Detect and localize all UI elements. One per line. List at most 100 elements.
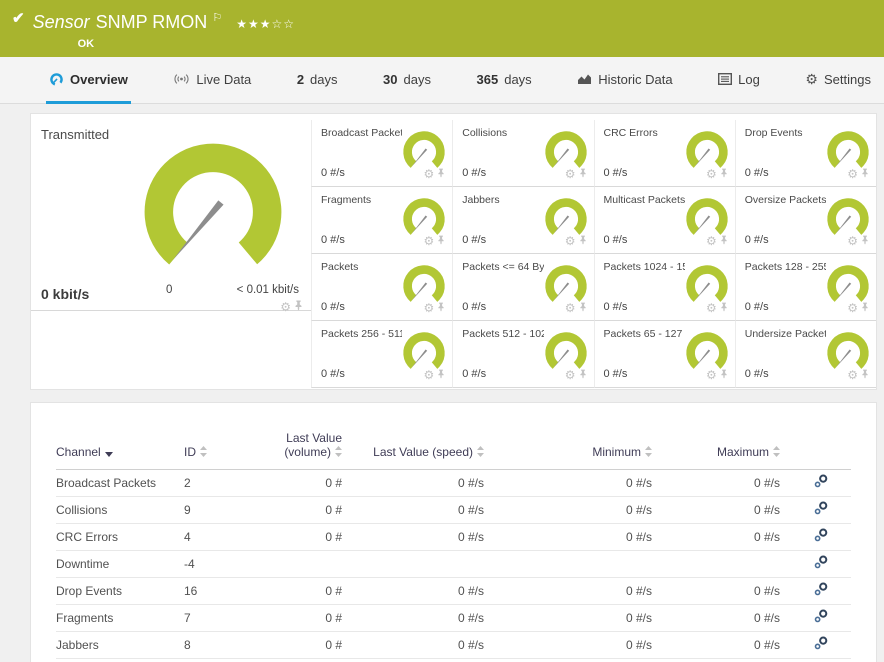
gauge-settings-gear-icon[interactable]: ⚙ [423, 168, 434, 180]
last-value-volume: 0 # [325, 583, 342, 598]
gauge-settings-gear-icon[interactable]: ⚙ [706, 369, 717, 381]
gauge-cell-value: 0 #/s [321, 234, 345, 246]
gauge-pin-icon[interactable] [861, 299, 869, 317]
channel-name: Fragments [56, 610, 114, 625]
gauge-pin-icon[interactable] [437, 299, 445, 317]
gauge-cell[interactable]: Jabbers 0 #/s ⚙ [452, 187, 594, 254]
gauge-pin-icon[interactable] [861, 165, 869, 183]
gauge-pin-icon[interactable] [579, 299, 587, 317]
gauge-cell[interactable]: Packets <= 64 Byte 0 #/s ⚙ [452, 254, 594, 321]
gauge-pin-icon[interactable] [437, 165, 445, 183]
channel-row: CRC Errors 4 0 # 0 #/s 0 #/s 0 #/s [56, 523, 851, 550]
gauge-settings-gear-icon[interactable]: ⚙ [423, 369, 434, 381]
edit-channel-icon[interactable] [814, 582, 829, 599]
gauge-cell-title: Packets 128 - 255 Bytes [744, 261, 826, 273]
gauge-pin-icon[interactable] [437, 232, 445, 250]
gauge-pin-icon[interactable] [294, 298, 303, 316]
tab-settings[interactable]: ⚙ Settings [802, 57, 874, 104]
edit-channel-icon[interactable] [814, 609, 829, 626]
edit-channel-icon[interactable] [814, 636, 829, 653]
gauge-cell-title: Jabbers [462, 194, 500, 206]
gauge-cell[interactable]: Packets 1024 - 1518 B... 0 #/s ⚙ [593, 254, 735, 321]
gauge-cell-title: Packets 1024 - 1518 B... [603, 261, 685, 273]
gauge-pin-icon[interactable] [720, 366, 728, 384]
gauge-settings-gear-icon[interactable]: ⚙ [565, 302, 576, 314]
column-header-last-value-speed-[interactable]: Last Value (speed) [342, 417, 484, 469]
gauge-cell[interactable]: Fragments 0 #/s ⚙ [311, 187, 453, 254]
gauge-cell-title: Packets <= 64 Byte [462, 261, 544, 273]
gauge-cell-value: 0 #/s [744, 301, 769, 313]
gauge-cell[interactable]: CRC Errors 0 #/s ⚙ [593, 120, 735, 187]
tab-label: Historic Data [598, 71, 673, 87]
gauge-settings-gear-icon[interactable]: ⚙ [706, 235, 717, 247]
gauges-panel: Transmitted 0 < 0.01 kbit/s 0 kbit/s ⚙ B… [30, 113, 877, 390]
priority-flag-icon[interactable]: ⚐ [212, 12, 222, 24]
gauge-pin-icon[interactable] [437, 366, 445, 384]
channel-row: Collisions 9 0 # 0 #/s 0 #/s 0 #/s [56, 496, 851, 523]
column-header-last-value-volume-[interactable]: Last Value (volume) [242, 417, 342, 469]
gauge-cell-title: Packets 512 - 1023 Byt... [462, 328, 543, 340]
gauge-settings-gear-icon[interactable]: ⚙ [423, 302, 434, 314]
gauge-cell-title: CRC Errors [603, 127, 658, 139]
gauge-cell[interactable]: Packets 512 - 1023 Byt... 0 #/s ⚙ [452, 321, 594, 388]
gauge-settings-gear-icon[interactable]: ⚙ [565, 235, 576, 247]
column-header-maximum[interactable]: Maximum [652, 417, 780, 469]
gauge-cell[interactable]: Undersize Packets 0 #/s ⚙ [734, 321, 876, 388]
gauge-cell-title: Collisions [462, 127, 508, 139]
edit-channel-icon[interactable] [814, 528, 829, 545]
column-header-channel[interactable]: Channel [56, 417, 184, 469]
channel-row: Fragments 7 0 # 0 #/s 0 #/s 0 #/s [56, 604, 851, 631]
gauge-cell[interactable]: Multicast Packets 0 #/s ⚙ [593, 187, 735, 254]
tab-2-days[interactable]: 2 days [294, 57, 341, 104]
tab-historic-data[interactable]: Historic Data [574, 57, 675, 104]
sort-toggle-icon [473, 445, 484, 459]
gauge-pin-icon[interactable] [720, 165, 728, 183]
edit-channel-icon[interactable] [814, 501, 829, 518]
column-header-id[interactable]: ID [184, 417, 242, 469]
gauge-settings-gear-icon[interactable]: ⚙ [847, 168, 858, 180]
edit-channel-icon[interactable] [814, 555, 829, 572]
edit-channel-icon[interactable] [814, 474, 829, 491]
gauge-settings-gear-icon[interactable]: ⚙ [847, 302, 858, 314]
gauge-settings-gear-icon[interactable]: ⚙ [280, 301, 291, 313]
last-value-speed [342, 550, 484, 577]
gauge-settings-gear-icon[interactable]: ⚙ [706, 168, 717, 180]
gauge-settings-gear-icon[interactable]: ⚙ [423, 235, 434, 247]
gauge-cell-title: Drop Events [744, 127, 803, 139]
gauge-cell[interactable]: Oversize Packets 0 #/s ⚙ [734, 187, 876, 254]
tab-overview[interactable]: Overview [46, 57, 131, 104]
gauge-pin-icon[interactable] [861, 366, 869, 384]
gauge-pin-icon[interactable] [720, 232, 728, 250]
gauge-cell[interactable]: Packets 128 - 255 Bytes 0 #/s ⚙ [734, 254, 876, 321]
favorite-stars[interactable]: ★★★☆☆ [236, 17, 295, 31]
channel-name: Collisions [56, 502, 108, 517]
gauge-cell[interactable]: Collisions 0 #/s ⚙ [452, 120, 594, 187]
gauge-cell[interactable]: Packets 0 #/s ⚙ [311, 254, 453, 321]
column-label: Minimum [592, 444, 641, 459]
gauge-pin-icon[interactable] [579, 366, 587, 384]
gauge-settings-gear-icon[interactable]: ⚙ [706, 302, 717, 314]
gauge-cell[interactable]: Packets 256 - 511 Bytes 0 #/s ⚙ [311, 321, 453, 388]
gauge-settings-gear-icon[interactable]: ⚙ [565, 369, 576, 381]
gauge-pin-icon[interactable] [579, 232, 587, 250]
gauge-cell-value: 0 #/s [321, 301, 345, 313]
gauge-settings-gear-icon[interactable]: ⚙ [847, 369, 858, 381]
gauge-cell[interactable]: Packets 65 - 127 Bytes 0 #/s ⚙ [593, 321, 735, 388]
gauge-settings-gear-icon[interactable]: ⚙ [847, 235, 858, 247]
gauge-cell-title: Undersize Packets [744, 328, 826, 340]
gauge-cell-value: 0 #/s [321, 167, 345, 179]
main-gauge-cell[interactable]: Transmitted 0 < 0.01 kbit/s 0 kbit/s ⚙ [31, 114, 311, 313]
gauge-pin-icon[interactable] [861, 232, 869, 250]
tab-log[interactable]: Log [715, 57, 763, 104]
chart-icon [577, 73, 592, 85]
tab-365-days[interactable]: 365 days [474, 57, 535, 104]
maximum-value: 0 #/s [753, 583, 780, 598]
gauge-settings-gear-icon[interactable]: ⚙ [565, 168, 576, 180]
column-header-minimum[interactable]: Minimum [484, 417, 652, 469]
gauge-pin-icon[interactable] [720, 299, 728, 317]
tab-live-data[interactable]: Live Data [170, 57, 254, 104]
gauge-pin-icon[interactable] [579, 165, 587, 183]
tab-30-days[interactable]: 30 days [380, 57, 434, 104]
gauge-cell[interactable]: Drop Events 0 #/s ⚙ [734, 120, 876, 187]
gauge-cell[interactable]: Broadcast Packets 0 #/s ⚙ [311, 120, 453, 187]
